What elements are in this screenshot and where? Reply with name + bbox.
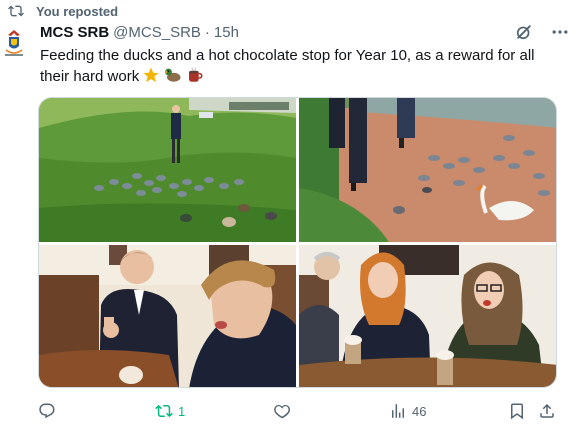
photo-students-hot-chocolate-2[interactable]	[299, 245, 556, 387]
repost-icon	[8, 5, 24, 17]
photo-students-hot-chocolate-1[interactable]	[39, 245, 296, 387]
media-grid	[38, 97, 557, 388]
reply-icon	[39, 403, 55, 419]
tweet-header: MCS SRB @MCS_SRB · 15h	[40, 22, 570, 42]
tweet-body: Feeding the ducks and a hot chocolate st…	[40, 47, 535, 85]
photo-ducks-swan-riverbank[interactable]	[299, 98, 556, 242]
views-icon	[392, 404, 404, 418]
repost-icon	[155, 404, 173, 418]
author-name[interactable]: MCS SRB	[40, 24, 109, 41]
repost-button[interactable]: 1	[155, 400, 185, 422]
bookmark-icon	[511, 403, 523, 420]
duck-emoji	[164, 68, 181, 82]
school-crest-icon	[0, 26, 28, 62]
star-emoji	[143, 67, 159, 83]
heart-icon	[274, 404, 291, 419]
photo-feeding-ducks-grass[interactable]	[39, 98, 296, 242]
reply-button[interactable]	[38, 400, 61, 422]
tweet-text: Feeding the ducks and a hot chocolate st…	[40, 45, 560, 87]
share-icon	[540, 403, 554, 418]
views-button[interactable]: 46	[389, 400, 426, 422]
share-button[interactable]	[538, 400, 556, 422]
tweet-timestamp[interactable]: 15h	[214, 24, 239, 41]
action-bar: 1 46	[38, 400, 559, 422]
header-icons	[514, 22, 570, 42]
like-button[interactable]	[273, 400, 296, 422]
repost-count: 1	[178, 403, 186, 419]
more-icon[interactable]	[550, 22, 570, 42]
grok-slash-icon[interactable]	[514, 22, 534, 42]
bookmark-button[interactable]	[508, 400, 526, 422]
views-count: 46	[412, 403, 427, 419]
repost-banner-text: You reposted	[36, 3, 119, 19]
hot-chocolate-emoji	[189, 67, 203, 82]
repost-banner[interactable]: You reposted	[8, 3, 118, 19]
avatar[interactable]	[0, 26, 28, 62]
author-handle[interactable]: @MCS_SRB	[113, 24, 201, 41]
separator-dot: ·	[204, 23, 210, 41]
